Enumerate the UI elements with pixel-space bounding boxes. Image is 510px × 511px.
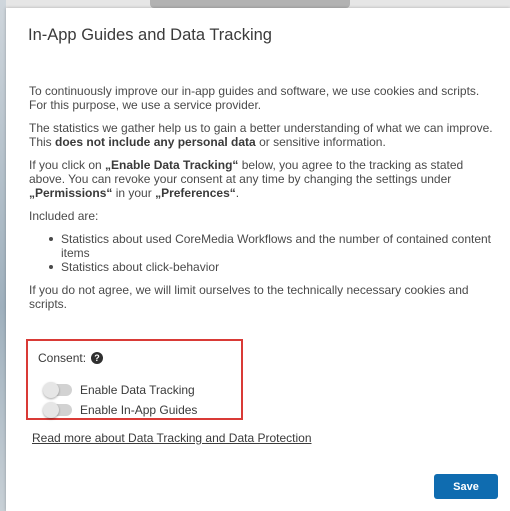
toggle-in-app-guides[interactable]: Enable In-App Guides [43, 402, 198, 418]
included-list: Statistics about used CoreMedia Workflow… [49, 232, 499, 274]
consent-text-d: . [235, 186, 240, 200]
consent-text-a: If you click on [29, 158, 106, 172]
consent-text-bold-preferences: „Preferences“ [155, 186, 236, 200]
consent-text-c: in your [112, 186, 156, 200]
included-label: Included are: [29, 209, 99, 223]
consent-label-row: Consent: ? [38, 351, 104, 365]
toggle-switch-data-tracking[interactable] [43, 382, 72, 398]
list-item: Statistics about click-behavior [49, 260, 499, 274]
list-item: Statistics about used CoreMedia Workflow… [49, 232, 499, 260]
intro-paragraph: To continuously improve our in-app guide… [29, 84, 480, 112]
toggle-label-data-tracking: Enable Data Tracking [80, 383, 195, 397]
dialog-title: In-App Guides and Data Tracking [28, 26, 272, 44]
toggle-switch-in-app-guides[interactable] [43, 402, 72, 418]
consent-text-bold-enable: „Enable Data Tracking“ [105, 158, 239, 172]
help-icon[interactable]: ? [91, 352, 104, 364]
consent-section: Consent: ? Enable Data Tracking Enable I… [26, 339, 243, 420]
statistics-paragraph: The statistics we gather help us to gain… [29, 121, 499, 149]
statistics-text-bold: does not include any personal data [55, 135, 256, 149]
backdrop-edge-top [150, 0, 350, 8]
statistics-text-end: or sensitive information. [255, 135, 386, 149]
consent-text-bold-permissions: „Permissions“ [29, 186, 113, 200]
disagree-paragraph: If you do not agree, we will limit ourse… [29, 283, 469, 311]
toggle-data-tracking[interactable]: Enable Data Tracking [43, 382, 195, 398]
dialog-content: To continuously improve our in-app guide… [29, 84, 499, 320]
consent-dialog: In-App Guides and Data Tracking To conti… [6, 8, 510, 511]
read-more-link[interactable]: Read more about Data Tracking and Data P… [32, 431, 312, 445]
consent-paragraph: If you click on „Enable Data Tracking“ b… [29, 158, 499, 200]
toggle-label-in-app-guides: Enable In-App Guides [80, 403, 198, 417]
save-button[interactable]: Save [434, 474, 498, 499]
consent-label: Consent: [38, 351, 87, 365]
